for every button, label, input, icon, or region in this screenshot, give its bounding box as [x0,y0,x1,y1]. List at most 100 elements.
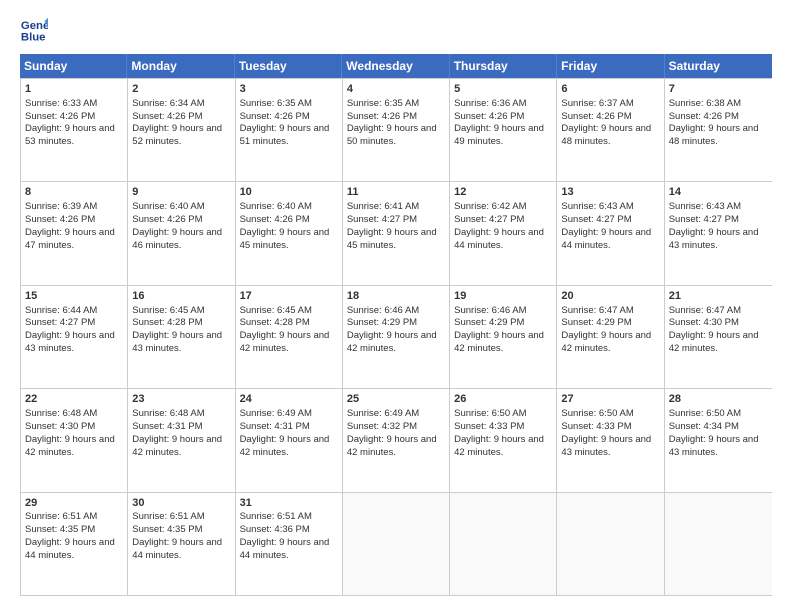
daylight-text: Daylight: 9 hours and 49 minutes. [454,123,544,147]
day-number: 3 [240,82,338,97]
sunset-text: Sunset: 4:29 PM [454,317,524,328]
day-cell-30: 30Sunrise: 6:51 AM Sunset: 4:35 PM Dayligh… [128,493,235,595]
sunset-text: Sunset: 4:27 PM [454,214,524,225]
day-cell-29: 29Sunrise: 6:51 AMSunset: 4:35 PMDayligh… [21,493,128,595]
sunset-text: Sunset: 4:26 PM [454,111,524,122]
weekday-header-saturday: Saturday [665,54,772,78]
sunrise-text: Sunrise: 6:51 AM [132,511,204,522]
sunset-text: Sunset: 4:26 PM [669,111,739,122]
sunrise-text: Sunrise: 6:35 AM [347,98,419,109]
sunrise-text: Sunrise: 6:43 AM [561,201,633,212]
calendar: SundayMondayTuesdayWednesdayThursdayFrid… [20,54,772,596]
sunrise-text: Sunrise: 6:50 AM [454,408,526,419]
sunset-text: Sunset: 4:35 PM [25,524,95,535]
sunrise-text: Sunrise: 6:48 AM [25,408,97,419]
sunrise-text: Sunrise: 6:48 AM [132,408,204,419]
weekday-header-tuesday: Tuesday [235,54,342,78]
daylight-text: Daylight: 9 hours and 51 minutes. [240,123,330,147]
daylight-text: Daylight: 9 hours and 42 minutes. [25,434,115,458]
calendar-week-5: 29Sunrise: 6:51 AMSunset: 4:35 PMDayligh… [21,492,772,595]
sunset-text: Sunset: 4:29 PM [561,317,631,328]
day-number: 30 [132,496,230,511]
calendar-header: SundayMondayTuesdayWednesdayThursdayFrid… [20,54,772,78]
sunrise-text: Sunrise: 6:34 AM [132,98,204,109]
day-number: 23 [132,392,230,407]
day-cell-12: 12Sunrise: 6:42 AM Sunset: 4:27 PM Dayligh… [450,182,557,284]
day-number: 20 [561,289,659,304]
sunrise-text: Sunrise: 6:38 AM [669,98,741,109]
day-cell-22: 22Sunrise: 6:48 AMSunset: 4:30 PMDayligh… [21,389,128,491]
day-number: 18 [347,289,445,304]
day-number: 6 [561,82,659,97]
sunrise-text: Sunrise: 6:42 AM [454,201,526,212]
calendar-week-4: 22Sunrise: 6:48 AMSunset: 4:30 PMDayligh… [21,388,772,491]
page-header: General Blue [20,16,772,44]
day-number: 4 [347,82,445,97]
sunset-text: Sunset: 4:33 PM [454,421,524,432]
day-cell-7: 7Sunrise: 6:38 AMSunset: 4:26 PMDaylight… [665,79,772,181]
day-cell-20: 20Sunrise: 6:47 AMSunset: 4:29 PMDayligh… [557,286,664,388]
sunset-text: Sunset: 4:30 PM [669,317,739,328]
daylight-text: Daylight: 9 hours and 42 minutes. [669,330,759,354]
sunset-text: Sunset: 4:36 PM [240,524,310,535]
day-number: 21 [669,289,768,304]
daylight-text: Daylight: 9 hours and 45 minutes. [347,227,437,251]
sunset-text: Sunset: 4:28 PM [132,317,202,328]
sunset-text: Sunset: 4:26 PM [25,214,95,225]
sunrise-text: Sunrise: 6:40 AM [132,201,204,212]
daylight-text: Daylight: 9 hours and 45 minutes. [240,227,330,251]
weekday-header-thursday: Thursday [450,54,557,78]
logo: General Blue [20,16,48,44]
day-number: 24 [240,392,338,407]
calendar-week-3: 15Sunrise: 6:44 AMSunset: 4:27 PMDayligh… [21,285,772,388]
day-cell-2: 2Sunrise: 6:34 AMSunset: 4:26 PMDaylight… [128,79,235,181]
svg-text:General: General [21,20,48,32]
daylight-text: Daylight: 9 hours and 44 minutes. [561,227,651,251]
sunset-text: Sunset: 4:32 PM [347,421,417,432]
daylight-text: Daylight: 9 hours and 44 minutes. [132,537,222,561]
day-number: 28 [669,392,768,407]
svg-text:Blue: Blue [21,32,46,44]
daylight-text: Daylight: 9 hours and 44 minutes. [25,537,115,561]
day-cell-16: 16Sunrise: 6:45 AMSunset: 4:28 PMDayligh… [128,286,235,388]
daylight-text: Daylight: 9 hours and 42 minutes. [347,434,437,458]
empty-cell [557,493,664,595]
day-cell-5: 5Sunrise: 6:36 AMSunset: 4:26 PMDaylight… [450,79,557,181]
daylight-text: Daylight: 9 hours and 43 minutes. [561,434,651,458]
sunset-text: Sunset: 4:27 PM [561,214,631,225]
day-number: 26 [454,392,552,407]
day-cell-21: 21Sunrise: 6:47 AMSunset: 4:30 PM Dayligh… [665,286,772,388]
daylight-text: Daylight: 9 hours and 48 minutes. [561,123,651,147]
daylight-text: Daylight: 9 hours and 42 minutes. [347,330,437,354]
day-cell-19: 19Sunrise: 6:46 AMSunset: 4:29 PMDayligh… [450,286,557,388]
sunrise-text: Sunrise: 6:37 AM [561,98,633,109]
sunset-text: Sunset: 4:29 PM [347,317,417,328]
sunset-text: Sunset: 4:30 PM [25,421,95,432]
empty-cell [343,493,450,595]
day-number: 7 [669,82,768,97]
weekday-header-monday: Monday [127,54,234,78]
sunrise-text: Sunrise: 6:33 AM [25,98,97,109]
empty-cell [665,493,772,595]
sunrise-text: Sunrise: 6:47 AM [669,305,741,316]
day-number: 12 [454,185,552,200]
sunset-text: Sunset: 4:33 PM [561,421,631,432]
sunrise-text: Sunrise: 6:40 AM [240,201,312,212]
sunset-text: Sunset: 4:26 PM [132,214,202,225]
weekday-header-sunday: Sunday [20,54,127,78]
daylight-text: Daylight: 9 hours and 44 minutes. [454,227,544,251]
day-number: 8 [25,185,123,200]
sunset-text: Sunset: 4:31 PM [132,421,202,432]
sunset-text: Sunset: 4:28 PM [240,317,310,328]
sunrise-text: Sunrise: 6:49 AM [240,408,312,419]
sunset-text: Sunset: 4:27 PM [347,214,417,225]
sunset-text: Sunset: 4:35 PM [132,524,202,535]
day-cell-13: 13Sunrise: 6:43 AMSunset: 4:27 PMDayligh… [557,182,664,284]
day-cell-6: 6Sunrise: 6:37 AMSunset: 4:26 PMDaylight… [557,79,664,181]
sunrise-text: Sunrise: 6:36 AM [454,98,526,109]
day-cell-4: 4Sunrise: 6:35 AMSunset: 4:26 PMDaylight… [343,79,450,181]
day-number: 1 [25,82,123,97]
empty-cell [450,493,557,595]
daylight-text: Daylight: 9 hours and 42 minutes. [240,330,330,354]
day-number: 11 [347,185,445,200]
